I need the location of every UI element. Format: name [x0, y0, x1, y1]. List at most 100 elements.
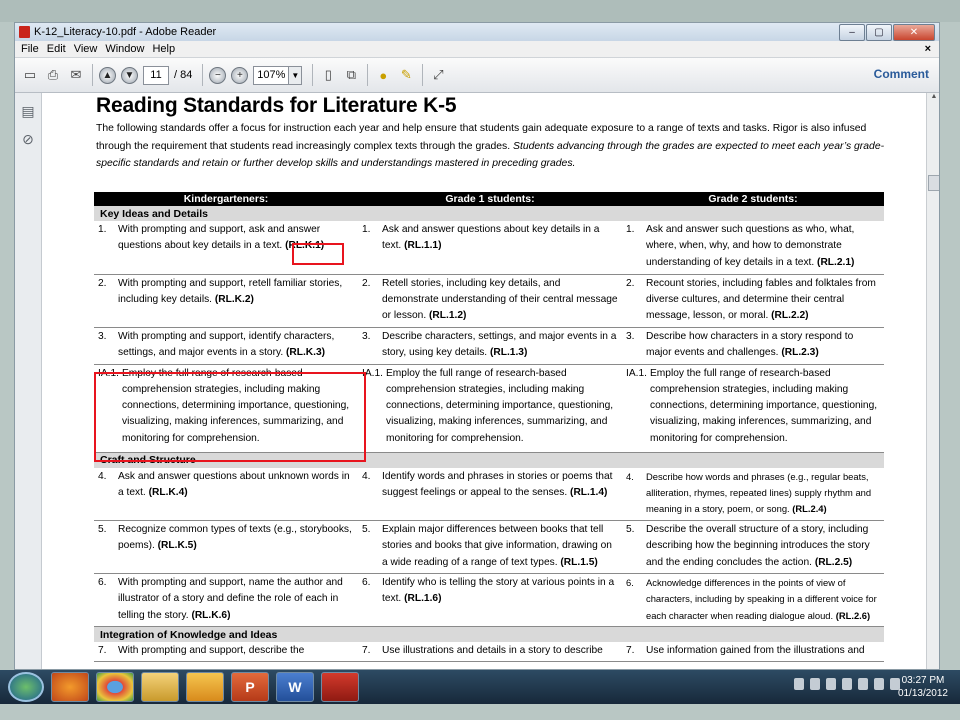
- standard-code: (RL.1.5): [560, 556, 598, 568]
- zoom-level-input[interactable]: 107%: [253, 65, 290, 85]
- system-tray: [794, 678, 900, 690]
- highlight-text-icon[interactable]: ✎: [397, 66, 415, 84]
- start-button[interactable]: [8, 672, 44, 702]
- item-number: 1.: [626, 224, 635, 235]
- table-cell: 7. Use information gained from the illust…: [622, 642, 884, 663]
- scroll-up-icon[interactable]: ▲: [927, 93, 939, 100]
- document-view[interactable]: Reading Standards for Literature K-5 The…: [42, 93, 926, 669]
- item-number: 3.: [98, 330, 107, 342]
- pdf-file-icon: [19, 26, 30, 38]
- email-icon[interactable]: ✉: [67, 66, 85, 84]
- standard-text: Recognize common types of texts (e.g., s…: [118, 524, 352, 552]
- table-cell: 6. Identify who is telling the story at v…: [358, 573, 622, 627]
- page-number-input[interactable]: 11: [143, 65, 169, 85]
- network-icon[interactable]: [874, 678, 884, 690]
- previous-page-icon[interactable]: ▲: [99, 66, 116, 84]
- close-button[interactable]: ✕: [893, 24, 935, 41]
- standard-code: (RL.K.2): [214, 293, 254, 305]
- standard-text: Use information gained from the illustra…: [646, 645, 865, 656]
- section-title: Integration of Knowledge and Ideas: [94, 626, 884, 642]
- menu-window[interactable]: Window: [105, 43, 144, 55]
- sticky-note-icon[interactable]: ●: [374, 66, 392, 84]
- window-title: K-12_Literacy-10.pdf - Adobe Reader: [34, 26, 217, 38]
- folder-icon[interactable]: [141, 672, 179, 702]
- zoom-dropdown-icon[interactable]: ▼: [289, 65, 303, 85]
- desktop-top-band: [0, 0, 960, 22]
- table-cell: 2. Retell stories, including key details,…: [358, 274, 622, 328]
- item-number: IA.1.: [626, 367, 647, 379]
- menu-edit[interactable]: Edit: [47, 43, 66, 55]
- system-clock[interactable]: 03:27 PM 01/13/2012: [898, 674, 948, 700]
- table-cell: 7. With prompting and support, describe t…: [94, 642, 358, 663]
- item-number: 7.: [98, 645, 107, 656]
- table-cell: 6. Acknowledge differences in the points …: [622, 573, 884, 627]
- standard-code: (RL.1.6): [404, 593, 442, 605]
- chrome-icon[interactable]: [96, 672, 134, 702]
- toolbar-separator: [367, 64, 369, 86]
- save-icon[interactable]: ▭: [21, 66, 39, 84]
- intro-paragraph: The following standards offer a focus fo…: [96, 120, 886, 173]
- zoom-out-icon[interactable]: −: [209, 66, 227, 84]
- word-icon[interactable]: W: [276, 672, 314, 702]
- table-row: 4. Ask and answer questions about unknown…: [94, 467, 884, 521]
- print-icon[interactable]: ⎙: [44, 66, 62, 84]
- adobe-reader-icon[interactable]: [321, 672, 359, 702]
- close-document-button[interactable]: ×: [925, 43, 931, 55]
- item-number: 5.: [98, 524, 107, 535]
- attachments-paperclip-icon[interactable]: ⊘: [21, 131, 35, 149]
- word-glyph: W: [288, 679, 302, 695]
- zoom-in-icon[interactable]: +: [231, 66, 249, 84]
- column-header: Grade 2 students:: [622, 192, 884, 206]
- table-row: 2. With prompting and support, retell fam…: [94, 274, 884, 328]
- item-number: 6.: [362, 577, 371, 588]
- item-number: 5.: [362, 524, 371, 535]
- tray-icon[interactable]: [826, 678, 836, 690]
- fit-page-icon[interactable]: ▯: [319, 66, 337, 84]
- vertical-scrollbar[interactable]: ▲: [926, 93, 939, 669]
- title-bar: K-12_Literacy-10.pdf - Adobe Reader – ▢ …: [15, 23, 939, 41]
- next-page-icon[interactable]: ▼: [121, 66, 138, 84]
- standard-code: (RL.1.1): [404, 240, 442, 252]
- menu-help[interactable]: Help: [152, 43, 175, 55]
- standard-code: (RL.2.5): [814, 556, 853, 568]
- menu-file[interactable]: File: [21, 43, 39, 55]
- menu-view[interactable]: View: [74, 43, 98, 55]
- minimize-button[interactable]: –: [839, 24, 865, 41]
- tray-icon[interactable]: [810, 678, 820, 690]
- section-title: Key Ideas and Details: [94, 206, 884, 221]
- table-row: 5. Recognize common types of texts (e.g.,…: [94, 520, 884, 574]
- firefox-icon[interactable]: [51, 672, 89, 702]
- item-number: 5.: [626, 524, 635, 535]
- table-cell: 6. With prompting and support, name the a…: [94, 573, 358, 627]
- item-number: 7.: [362, 645, 371, 656]
- page-total: / 84: [174, 69, 193, 81]
- standard-text: Use illustrations and details in a story…: [382, 645, 603, 656]
- toolbar: ▭ ⎙ ✉ ▲ ▼ 11 / 84 − + 107% ▼ ▯ ⧉ ● ✎ ⤢ C…: [15, 57, 939, 93]
- adobe-reader-window: K-12_Literacy-10.pdf - Adobe Reader – ▢ …: [14, 22, 940, 670]
- standard-text: Describe how words and phrases (e.g., re…: [646, 470, 872, 515]
- table-cell: 1. Ask and answer questions about key det…: [358, 221, 622, 275]
- fit-width-icon[interactable]: ⧉: [342, 66, 360, 84]
- scrollbar-thumb[interactable]: [928, 175, 939, 191]
- item-number: 2.: [362, 277, 371, 289]
- comment-pane-button[interactable]: Comment: [874, 67, 929, 81]
- full-screen-icon[interactable]: ⤢: [429, 66, 447, 84]
- tray-icon[interactable]: [794, 678, 804, 690]
- standard-code: (RL.2.2): [771, 310, 809, 322]
- clock-date: 01/13/2012: [897, 688, 948, 699]
- section-row: Integration of Knowledge and Ideas: [94, 626, 884, 642]
- powerpoint-icon[interactable]: P: [231, 672, 269, 702]
- tray-icon[interactable]: [842, 678, 852, 690]
- standard-text: Retell stories, including key details, a…: [382, 277, 618, 322]
- item-number: 1.: [98, 224, 107, 235]
- maximize-button[interactable]: ▢: [866, 24, 892, 41]
- page-heading: Reading Standards for Literature K-5: [96, 94, 457, 117]
- table-cell: 7. Use illustrations and details in a sto…: [358, 642, 622, 663]
- tray-icon[interactable]: [858, 678, 868, 690]
- outlook-icon[interactable]: [186, 672, 224, 702]
- column-header: Grade 1 students:: [358, 192, 622, 206]
- pages-thumbnail-icon[interactable]: ▤: [21, 103, 35, 121]
- standard-text: Employ the full range of research-based …: [386, 367, 614, 444]
- table-row: 6. With prompting and support, name the a…: [94, 573, 884, 627]
- item-number: 4.: [362, 470, 371, 482]
